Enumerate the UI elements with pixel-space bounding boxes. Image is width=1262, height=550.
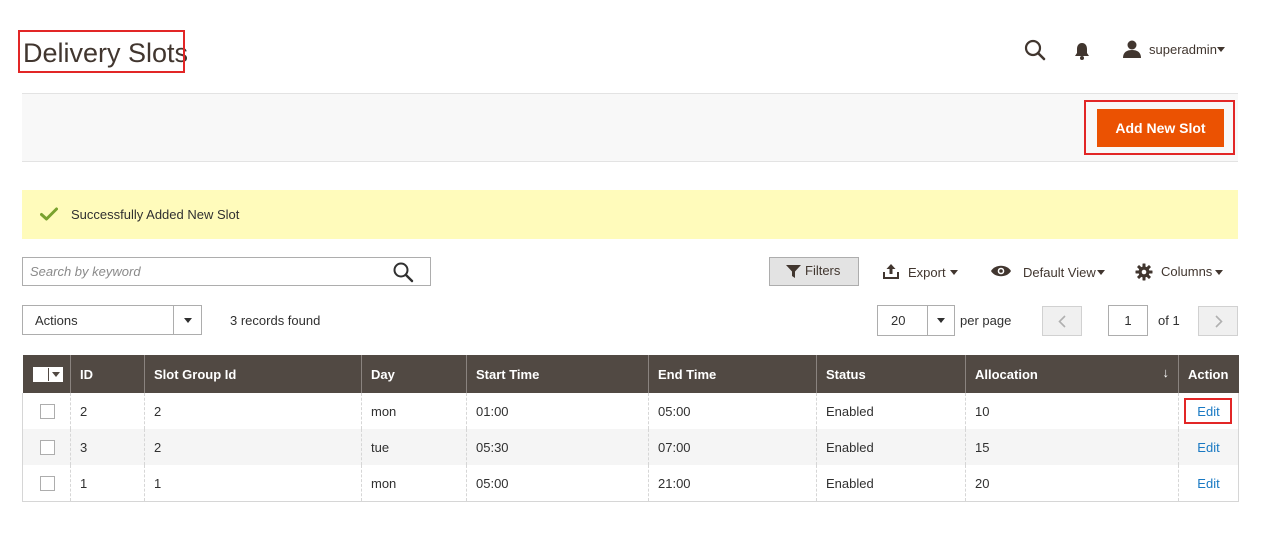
export-icon[interactable] — [883, 264, 899, 284]
table-row: 3 2 tue 05:30 07:00 Enabled 15 Edit — [22, 429, 1239, 465]
chevron-right-icon — [1215, 315, 1223, 328]
user-menu-name[interactable]: superadmin — [1149, 42, 1217, 58]
cell-end-time: 21:00 — [648, 465, 817, 502]
chevron-down-icon[interactable] — [950, 270, 958, 275]
sort-descending-icon: ↓ — [1162, 365, 1170, 380]
previous-page-button[interactable] — [1042, 306, 1082, 336]
chevron-down-icon — [51, 372, 60, 378]
mass-actions-label[interactable]: Actions — [35, 313, 78, 329]
cell-slot-group-id: 1 — [144, 465, 362, 502]
cell-id: 3 — [70, 429, 145, 465]
search-icon[interactable] — [392, 261, 414, 283]
cell-allocation: 20 — [965, 465, 1179, 502]
total-pages-label: of 1 — [1158, 313, 1180, 328]
cell-id: 1 — [70, 465, 145, 502]
edit-link[interactable]: Edit — [1197, 404, 1219, 419]
records-found: 3 records found — [230, 313, 321, 328]
row-checkbox[interactable] — [40, 476, 55, 492]
cell-allocation: 15 — [965, 429, 1179, 465]
cell-allocation: 10 — [965, 393, 1179, 429]
column-header-start-time[interactable]: Start Time — [466, 355, 649, 393]
row-checkbox[interactable] — [40, 404, 55, 420]
add-button-highlight — [1084, 100, 1235, 155]
cell-end-time: 07:00 — [648, 429, 817, 465]
column-header-slot-group-id[interactable]: Slot Group Id — [144, 355, 362, 393]
row-select-cell[interactable] — [22, 393, 71, 429]
table-row: 2 2 mon 01:00 05:00 Enabled 10 Edit — [22, 393, 1239, 429]
cell-id: 2 — [70, 393, 145, 429]
column-header-action: Action — [1178, 355, 1239, 393]
column-header-end-time[interactable]: End Time — [648, 355, 817, 393]
chevron-down-icon[interactable] — [1215, 270, 1223, 275]
cell-action: Edit — [1178, 393, 1239, 429]
cell-start-time: 05:30 — [466, 429, 649, 465]
mass-actions-toggle[interactable] — [173, 306, 201, 334]
row-checkbox[interactable] — [40, 440, 55, 456]
page-title-highlight — [18, 30, 185, 73]
chevron-down-icon[interactable] — [1217, 47, 1225, 52]
cell-day: mon — [361, 393, 467, 429]
default-view-label[interactable]: Default View — [1023, 265, 1096, 281]
grid-header-row: ID Slot Group Id Day Start Time End Time… — [22, 355, 1239, 393]
column-header-allocation-label[interactable]: Allocation — [975, 367, 1038, 382]
search-icon[interactable] — [1023, 38, 1047, 62]
column-header-status[interactable]: Status — [816, 355, 966, 393]
cell-day: tue — [361, 429, 467, 465]
per-page-value[interactable]: 20 — [891, 313, 905, 329]
bell-icon[interactable] — [1071, 40, 1095, 64]
per-page-label: per page — [960, 313, 1012, 328]
next-page-button[interactable] — [1198, 306, 1238, 336]
export-label[interactable]: Export — [908, 265, 946, 281]
chevron-down-icon — [184, 318, 192, 323]
page-actions-bar — [22, 93, 1238, 162]
cell-slot-group-id: 2 — [144, 393, 362, 429]
cell-end-time: 05:00 — [648, 393, 817, 429]
cell-action: Edit — [1178, 465, 1239, 502]
cell-status: Enabled — [816, 429, 966, 465]
column-header-id[interactable]: ID — [70, 355, 145, 393]
cell-start-time: 05:00 — [466, 465, 649, 502]
cell-slot-group-id: 2 — [144, 429, 362, 465]
check-icon — [40, 207, 58, 221]
edit-link[interactable]: Edit — [1197, 476, 1219, 491]
user-icon[interactable] — [1122, 39, 1146, 63]
mass-select-header[interactable] — [22, 355, 71, 393]
filters-label[interactable]: Filters — [805, 263, 840, 279]
column-header-allocation[interactable]: Allocation ↓ — [965, 355, 1179, 393]
column-header-day[interactable]: Day — [361, 355, 467, 393]
current-page-input[interactable] — [1108, 305, 1148, 336]
cell-action: Edit — [1178, 429, 1239, 465]
columns-label[interactable]: Columns — [1161, 264, 1212, 280]
table-row: 1 1 mon 05:00 21:00 Enabled 20 Edit — [22, 465, 1239, 502]
edit-link[interactable]: Edit — [1197, 440, 1219, 455]
chevron-down-icon[interactable] — [1097, 270, 1105, 275]
eye-icon[interactable] — [990, 264, 1012, 283]
row-select-cell[interactable] — [22, 429, 71, 465]
search-input[interactable] — [30, 262, 370, 280]
cell-status: Enabled — [816, 465, 966, 502]
slots-grid: ID Slot Group Id Day Start Time End Time… — [22, 355, 1239, 502]
row-select-cell[interactable] — [22, 465, 71, 502]
chevron-left-icon — [1058, 315, 1066, 328]
cell-start-time: 01:00 — [466, 393, 649, 429]
per-page-toggle[interactable] — [927, 306, 954, 335]
cell-day: mon — [361, 465, 467, 502]
chevron-down-icon — [937, 318, 945, 323]
filter-icon — [786, 265, 801, 283]
cell-status: Enabled — [816, 393, 966, 429]
gear-icon[interactable] — [1135, 263, 1153, 286]
success-message-text: Successfully Added New Slot — [71, 207, 240, 222]
mass-select-checkbox[interactable] — [32, 367, 63, 383]
